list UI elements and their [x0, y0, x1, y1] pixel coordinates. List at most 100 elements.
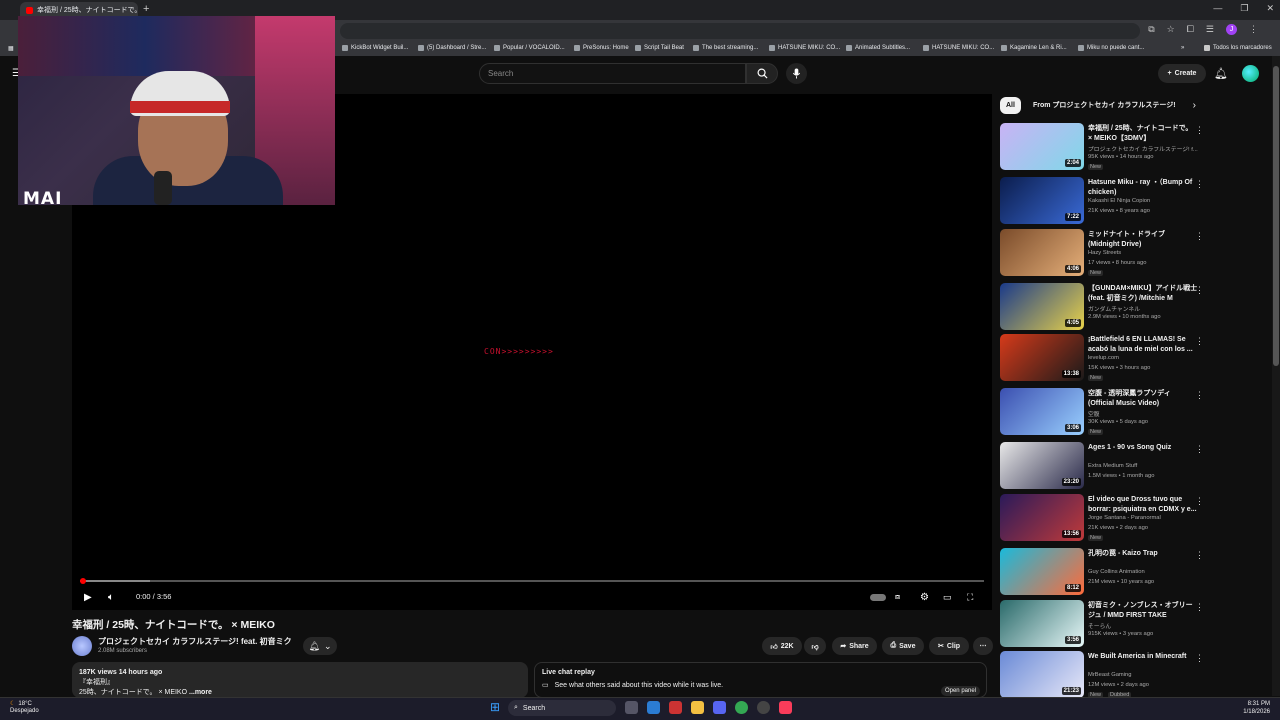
- voice-search-button[interactable]: [786, 63, 807, 84]
- recommended-channel[interactable]: Extra Medium Stuff: [1088, 463, 1200, 469]
- bookmark-item[interactable]: KickBot Widget Buil...: [342, 45, 408, 51]
- video-thumbnail[interactable]: 2:04: [1000, 123, 1084, 170]
- video-thumbnail[interactable]: 4:05: [1000, 283, 1084, 330]
- bookmark-item[interactable]: HATSUNE MIKU: CO...: [769, 45, 840, 51]
- recommended-title[interactable]: ¡Battlefield 6 EN LLAMAS! Se acabó la lu…: [1088, 335, 1198, 354]
- volume-icon[interactable]: 🔈︎: [108, 590, 114, 604]
- recommended-channel[interactable]: Kakashi El Ninja Copion: [1088, 198, 1200, 204]
- recommended-title[interactable]: 初音ミク・ノンブレス・オブリージュ / MMD FIRST TAKE: [1088, 601, 1198, 620]
- bookmark-item[interactable]: Kagamine Len & Ri...: [1001, 45, 1067, 51]
- description-more-link[interactable]: ...more: [189, 689, 212, 696]
- search-input[interactable]: Search: [479, 63, 746, 84]
- page-scrollbar[interactable]: [1272, 56, 1280, 696]
- bookmark-item[interactable]: PreSonus: Home: [574, 45, 629, 51]
- bookmark-item[interactable]: (5) Dashboard / Stre...: [418, 45, 486, 51]
- extensions-icon[interactable]: ⧠: [1187, 24, 1194, 35]
- recommended-video[interactable]: 2:04 幸福刑 / 25時、ナイトコードで。 × MEIKO【3DMV】 プロジェ…: [1000, 123, 1270, 173]
- video-thumbnail[interactable]: 13:56: [1000, 494, 1084, 541]
- bookmark-item[interactable]: Animated Subtitles...: [846, 45, 910, 51]
- recommended-channel[interactable]: Guy Collins Animation: [1088, 569, 1200, 575]
- maximize-icon[interactable]: ❐: [1240, 3, 1248, 14]
- bookmark-item[interactable]: The best streaming...: [693, 45, 758, 51]
- recommended-title[interactable]: ミッドナイト・ドライブ (Midnight Drive): [1088, 230, 1198, 249]
- more-options-icon[interactable]: ⋮: [1195, 285, 1204, 296]
- task-view-icon[interactable]: [625, 701, 638, 714]
- recommended-video[interactable]: 13:38 ¡Battlefield 6 EN LLAMAS! Se acabó …: [1000, 334, 1270, 384]
- recommended-video[interactable]: 4:06 ミッドナイト・ドライブ (Midnight Drive) Hazy Str…: [1000, 229, 1270, 279]
- chips-next-icon[interactable]: ›: [1193, 100, 1196, 111]
- share-button[interactable]: ➦ Share: [832, 637, 877, 655]
- obs-icon[interactable]: [757, 701, 770, 714]
- recommended-channel[interactable]: ガンダムチャンネル: [1088, 304, 1200, 313]
- edge-icon[interactable]: [647, 701, 660, 714]
- app-icon[interactable]: [669, 701, 682, 714]
- channel-avatar[interactable]: [72, 636, 92, 656]
- all-bookmarks-folder[interactable]: Todos los marcadores: [1204, 45, 1272, 51]
- open-panel-button[interactable]: Open panel: [940, 686, 980, 696]
- fullscreen-icon[interactable]: ⛶: [967, 590, 973, 604]
- close-window-icon[interactable]: ✕: [1266, 3, 1274, 14]
- recommended-title[interactable]: 【GUNDAM×MIKU】アイドル戦士(feat. 初音ミク) /Mitchie…: [1088, 284, 1198, 303]
- recommended-title[interactable]: We Built America in Minecraft: [1088, 652, 1198, 662]
- more-options-icon[interactable]: ⋮: [1195, 390, 1204, 401]
- minimize-icon[interactable]: —: [1213, 3, 1222, 14]
- subscribed-bell-button[interactable]: 🔔︎ ⌄: [303, 637, 337, 655]
- recommended-video[interactable]: 8:12 孔明の罠 - Kaizo Trap Guy Collins Animati…: [1000, 548, 1270, 598]
- more-options-icon[interactable]: ⋮: [1195, 602, 1204, 613]
- more-options-icon[interactable]: ⋮: [1195, 444, 1204, 455]
- system-clock[interactable]: 8:31 PM 1/18/2026: [1243, 700, 1270, 716]
- video-thumbnail[interactable]: 23:20: [1000, 442, 1084, 489]
- start-windows-icon[interactable]: ⊞: [490, 701, 503, 714]
- taskbar-search[interactable]: ⌕ Search: [508, 700, 616, 716]
- recommended-title[interactable]: Hatsune Miku - ray ・（Bump Of chicken): [1088, 178, 1198, 197]
- omnibox[interactable]: [340, 23, 1140, 39]
- recommended-channel[interactable]: 空腹: [1088, 409, 1200, 418]
- miniplayer-icon[interactable]: ▭: [943, 590, 952, 604]
- new-tab-icon[interactable]: +: [143, 3, 149, 15]
- discord-icon[interactable]: [713, 701, 726, 714]
- more-options-icon[interactable]: ⋮: [1195, 550, 1204, 561]
- recommended-channel[interactable]: プロジェクトセカイ カラフルステージ! f...: [1088, 144, 1200, 153]
- tab-search-icon[interactable]: ☰: [1206, 24, 1214, 35]
- recommended-video[interactable]: 7:22 Hatsune Miku - ray ・（Bump Of chicken…: [1000, 177, 1270, 227]
- recommended-title[interactable]: 孔明の罠 - Kaizo Trap: [1088, 549, 1198, 559]
- notifications-bell-icon[interactable]: 🔔︎: [1214, 67, 1228, 80]
- more-options-icon[interactable]: ⋮: [1195, 179, 1204, 190]
- recommended-channel[interactable]: levelup.com: [1088, 355, 1200, 361]
- channel-name[interactable]: プロジェクトセカイ カラフルステージ! feat. 初音ミク: [98, 636, 292, 647]
- weather-widget[interactable]: ☾ 18°C Despejado: [10, 701, 39, 715]
- recommended-channel[interactable]: MrBeast Gaming: [1088, 672, 1200, 678]
- dislike-button[interactable]: 👎︎: [804, 637, 826, 655]
- video-thumbnail[interactable]: 4:06: [1000, 229, 1084, 276]
- bookmark-item[interactable]: Miku no puede cant...: [1078, 45, 1144, 51]
- like-button[interactable]: 👍︎ 22K: [762, 637, 802, 655]
- description-box[interactable]: 187K views 14 hours ago 『幸福刑』 25時、ナイトコード…: [72, 662, 528, 698]
- recommended-title[interactable]: El video que Dross tuvo que borrar: psiq…: [1088, 495, 1198, 514]
- settings-gear-icon[interactable]: ⚙: [920, 590, 929, 604]
- video-thumbnail[interactable]: 7:22: [1000, 177, 1084, 224]
- video-thumbnail[interactable]: 13:38: [1000, 334, 1084, 381]
- recommended-video[interactable]: 23:20 Ages 1 - 90 vs Song Quiz Extra Mediu…: [1000, 442, 1270, 492]
- autoplay-toggle[interactable]: [870, 590, 886, 604]
- recommended-title[interactable]: 幸福刑 / 25時、ナイトコードで。 × MEIKO【3DMV】: [1088, 124, 1198, 143]
- menu-dots-icon[interactable]: ⋮: [1249, 24, 1258, 35]
- bookmark-item[interactable]: Script Tail Beat: [635, 45, 684, 51]
- more-actions-button[interactable]: ⋯: [973, 637, 993, 655]
- recommended-video[interactable]: 13:56 El video que Dross tuvo que borrar:…: [1000, 494, 1270, 544]
- more-options-icon[interactable]: ⋮: [1195, 336, 1204, 347]
- chip-from-channel[interactable]: From プロジェクトセカイ カラフルステージ!: [1027, 97, 1182, 114]
- recommended-video[interactable]: 4:05 【GUNDAM×MIKU】アイドル戦士(feat. 初音ミク) /Mit…: [1000, 283, 1270, 333]
- save-button[interactable]: ⎙ Save: [882, 637, 924, 655]
- create-button[interactable]: + Create: [1158, 64, 1206, 83]
- profile-avatar[interactable]: J: [1226, 24, 1237, 35]
- recommended-video[interactable]: 21:23 We Built America in Minecraft MrBeas…: [1000, 651, 1270, 701]
- more-options-icon[interactable]: ⋮: [1195, 653, 1204, 664]
- recommended-video[interactable]: 3:56 初音ミク・ノンブレス・オブリージュ / MMD FIRST TAKE そー…: [1000, 600, 1270, 650]
- scrubber-handle[interactable]: [80, 578, 86, 584]
- chrome-icon[interactable]: [735, 701, 748, 714]
- more-options-icon[interactable]: ⋮: [1195, 231, 1204, 242]
- recommended-channel[interactable]: そーらん: [1088, 621, 1200, 630]
- recommended-channel[interactable]: Jorge Santana - Paranormal: [1088, 515, 1200, 521]
- captions-icon[interactable]: ⧈: [895, 590, 900, 604]
- video-thumbnail[interactable]: 3:56: [1000, 600, 1084, 647]
